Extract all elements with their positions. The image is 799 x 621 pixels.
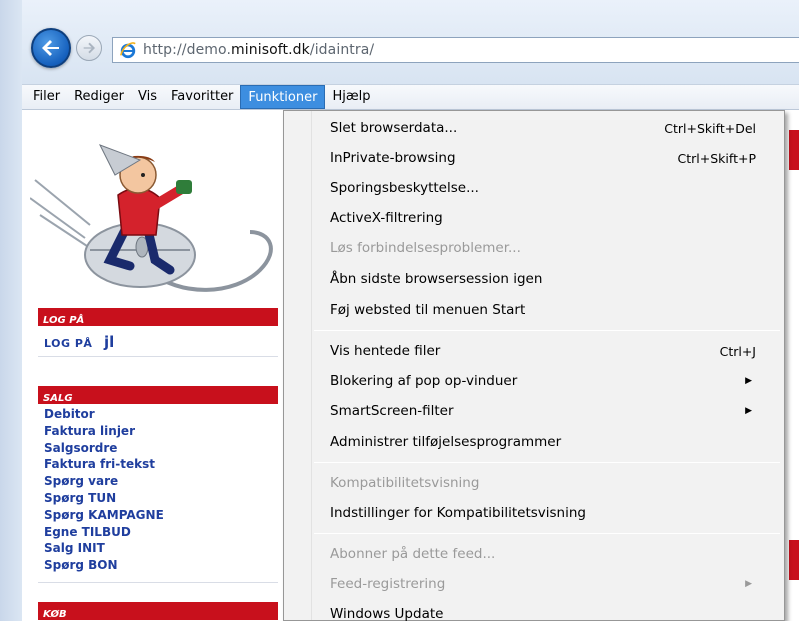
menuitem-inprivate-browsing[interactable]: InPrivate-browsing Ctrl+Skift+P (330, 147, 770, 169)
sales-link-salgsordre[interactable]: Salgsordre (44, 440, 164, 457)
forward-arrow-icon (83, 42, 95, 54)
buy-header: KØB (38, 602, 278, 620)
sales-link-faktura-fri-tekst[interactable]: Faktura fri-tekst (44, 456, 164, 473)
menu-bar: Filer Rediger Vis Favoritter Funktioner … (22, 84, 799, 110)
menuitem-administrer-tilfoejelser[interactable]: Administrer tilføjelsesprogrammer (330, 431, 770, 453)
window-frame (0, 0, 22, 621)
menu-funktioner[interactable]: Funktioner (240, 85, 326, 109)
sales-link-spoerg-bon[interactable]: Spørg BON (44, 557, 164, 574)
menuitem-abonner-feed: Abonner på dette feed... (330, 546, 496, 562)
menuitem-activex-filtrering[interactable]: ActiveX-filtrering (330, 207, 770, 229)
menuitem-aabn-sidste-session[interactable]: Åbn sidste browsersession igen (330, 268, 770, 290)
login-label: LOG PÅ (44, 337, 93, 350)
internet-explorer-icon (119, 41, 137, 59)
sales-link-faktura-linjer[interactable]: Faktura linjer (44, 423, 164, 440)
menuitem-blokering-pop-op[interactable]: Blokering af pop op-vinduer ▶ (330, 370, 770, 392)
menuitem-kompatibilitetsvisning: Kompatibilitetsvisning (330, 475, 480, 491)
menu-filer[interactable]: Filer (26, 85, 67, 109)
page-accent (789, 540, 799, 580)
menuitem-feed-registrering: Feed-registrering ▶ (330, 573, 770, 595)
sales-link-debitor[interactable]: Debitor (44, 406, 164, 423)
menuitem-foej-websted-start[interactable]: Føj websted til menuen Start (330, 299, 770, 321)
submenu-arrow-icon: ▶ (745, 406, 752, 416)
address-bar[interactable]: http://demo.minisoft.dk/idaintra/ (112, 37, 799, 63)
menuitem-vis-hentede-filer[interactable]: Vis hentede filer Ctrl+J (330, 340, 770, 362)
login-user[interactable]: jl (104, 333, 114, 351)
url-text: http://demo.minisoft.dk/idaintra/ (143, 42, 375, 58)
menuitem-sporingsbeskyttelse[interactable]: Sporingsbeskyttelse... (330, 177, 770, 199)
forward-button[interactable] (76, 35, 102, 61)
submenu-arrow-icon: ▶ (745, 579, 752, 589)
funktioner-dropdown-menu: Slet browserdata... Ctrl+Skift+Del InPri… (283, 110, 785, 621)
menuitem-slet-browserdata[interactable]: Slet browserdata... Ctrl+Skift+Del (330, 117, 770, 139)
submenu-arrow-icon: ▶ (745, 376, 752, 386)
menuitem-smartscreen-filter[interactable]: SmartScreen-filter ▶ (330, 400, 770, 422)
divider (38, 356, 278, 357)
menuitem-windows-update[interactable]: Windows Update (330, 603, 770, 621)
menu-separator (314, 330, 780, 331)
menu-favoritter[interactable]: Favoritter (164, 85, 240, 109)
left-panel: LOG PÅ LOG PÅ jl SALG Debitor Faktura li… (30, 110, 280, 621)
menu-hjaelp[interactable]: Hjælp (325, 85, 377, 109)
sales-link-spoerg-tun[interactable]: Spørg TUN (44, 490, 164, 507)
sales-link-salg-init[interactable]: Salg INIT (44, 540, 164, 557)
menu-vis[interactable]: Vis (131, 85, 164, 109)
login-row: LOG PÅ jl (44, 332, 114, 351)
sales-header: SALG (38, 386, 278, 404)
menuitem-indstillinger-kompatibilitet[interactable]: Indstillinger for Kompatibilitetsvisning (330, 502, 770, 524)
menu-rediger[interactable]: Rediger (67, 85, 131, 109)
sales-list: Debitor Faktura linjer Salgsordre Faktur… (44, 406, 164, 574)
login-header: LOG PÅ (38, 308, 278, 326)
sales-link-spoerg-vare[interactable]: Spørg vare (44, 473, 164, 490)
menu-icon-gutter (284, 111, 312, 620)
menuitem-loes-forbindelsesproblemer: Løs forbindelsesproblemer... (330, 240, 521, 256)
sales-link-egne-tilbud[interactable]: Egne TILBUD (44, 524, 164, 541)
page-accent (789, 130, 799, 170)
menu-separator (314, 533, 780, 534)
sales-link-spoerg-kampagne[interactable]: Spørg KAMPAGNE (44, 507, 164, 524)
back-arrow-icon (42, 40, 59, 56)
back-button[interactable] (31, 28, 71, 68)
divider (38, 582, 278, 583)
menu-separator (314, 462, 780, 463)
mascot-illustration (30, 144, 273, 292)
